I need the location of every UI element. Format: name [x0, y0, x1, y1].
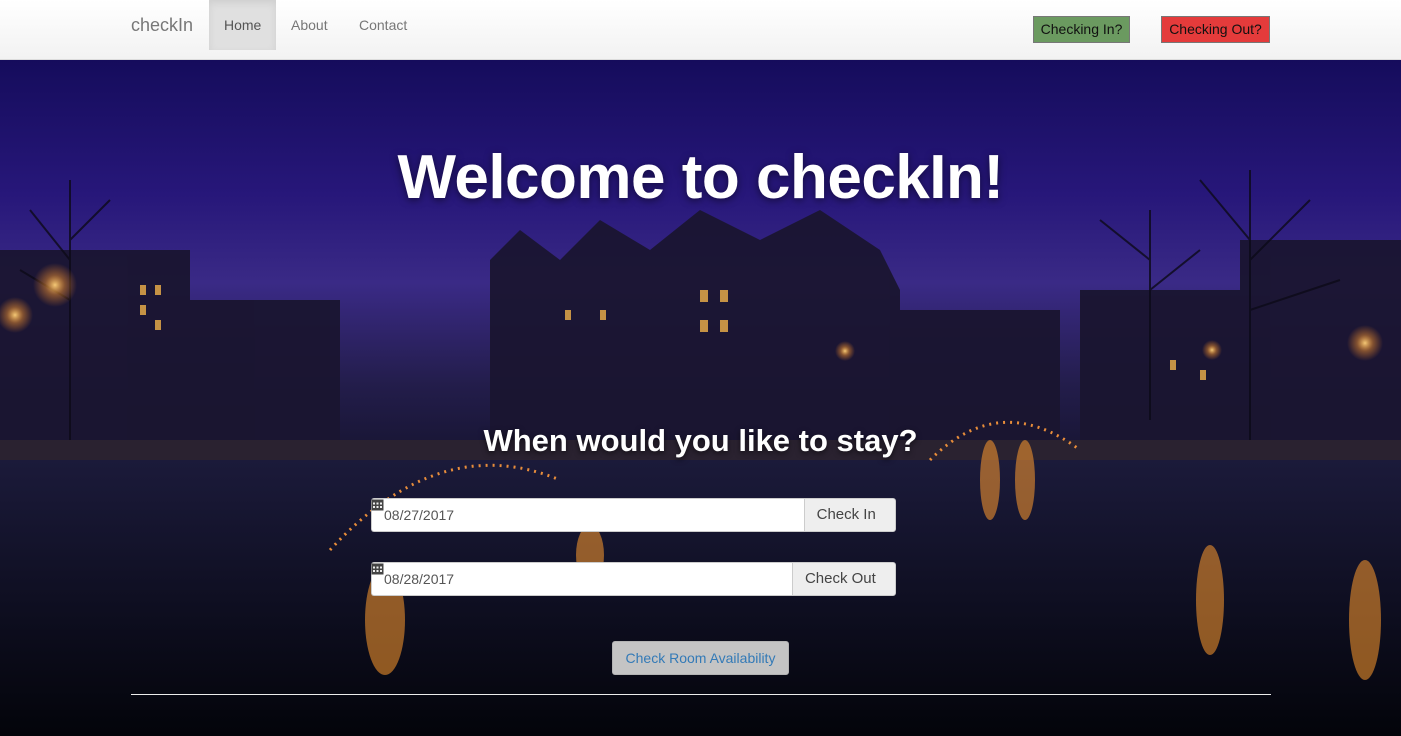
checkin-addon-button[interactable]: Check In — [371, 498, 896, 532]
checking-out-button[interactable]: Checking Out? — [1161, 16, 1270, 43]
horizontal-divider — [131, 694, 1271, 695]
nav-link-home[interactable]: Home — [209, 0, 277, 50]
checkout-date-group: Check Out — [371, 562, 896, 596]
stay-question-subtitle: When would you like to stay? — [483, 423, 918, 458]
welcome-title: Welcome to checkIn! — [397, 143, 1004, 212]
nav-link-contact[interactable]: Contact — [344, 0, 422, 50]
check-room-availability-button[interactable]: Check Room Availability — [612, 641, 789, 675]
brand-logo-text[interactable]: checkIn — [131, 15, 193, 36]
hero-section: Welcome to checkIn! When would you like … — [0, 60, 1401, 736]
checkin-addon-label: Check In — [816, 506, 876, 523]
checkin-date-group: Check In — [371, 498, 896, 532]
nav-link-about[interactable]: About — [276, 0, 343, 50]
checkout-addon-button[interactable]: Check Out — [371, 562, 896, 596]
checkin-date-input[interactable] — [371, 498, 804, 532]
checkout-addon-label: Check Out — [804, 570, 876, 587]
checking-in-button[interactable]: Checking In? — [1033, 16, 1130, 43]
top-navbar: checkIn Home About Contact Checking In? … — [0, 0, 1401, 60]
checkout-date-input[interactable] — [371, 562, 792, 596]
